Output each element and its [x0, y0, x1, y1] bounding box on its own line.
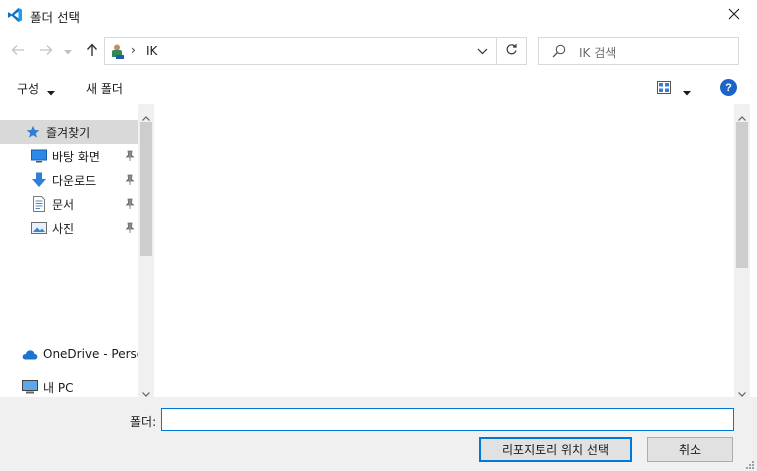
cloud-icon: [22, 346, 38, 362]
sidebar-item-onedrive[interactable]: OneDrive - Persor: [0, 342, 138, 366]
dialog-footer: 폴더: 리포지토리 위치 선택 취소: [0, 397, 757, 471]
arrow-right-icon: [39, 44, 53, 59]
scroll-up-icon[interactable]: [142, 110, 150, 121]
command-bar: 구성 새 폴더 ?: [0, 73, 757, 103]
address-bar[interactable]: › IK: [104, 37, 527, 65]
arrow-up-icon: [86, 42, 98, 60]
chevron-down-icon: [477, 44, 488, 58]
scroll-down-icon[interactable]: [738, 386, 746, 397]
sidebar-item-label: 내 PC: [43, 380, 74, 395]
desktop-icon: [31, 148, 47, 164]
resize-grip-icon[interactable]: [744, 458, 754, 469]
organize-button[interactable]: 구성: [17, 80, 39, 97]
breadcrumb-separator: ›: [131, 43, 136, 57]
picture-icon: [31, 220, 47, 236]
sidebar-item-label: 즐겨찾기: [46, 125, 91, 140]
sidebar-item-label: OneDrive - Persor: [43, 347, 138, 361]
user-folder-icon: [109, 43, 125, 59]
cancel-button[interactable]: 취소: [647, 437, 733, 462]
pin-icon[interactable]: [125, 198, 135, 210]
search-icon: [552, 44, 566, 58]
breadcrumb-path[interactable]: IK: [146, 44, 157, 58]
file-list-scrollbar[interactable]: [734, 104, 750, 397]
refresh-icon: [505, 43, 518, 59]
arrow-left-icon: [11, 44, 25, 59]
navigation-bar: › IK IK 검색: [0, 33, 757, 69]
window-title: 폴더 선택: [30, 10, 80, 25]
address-dropdown-button[interactable]: [468, 38, 496, 64]
folder-field-label: 폴더:: [130, 415, 157, 429]
download-icon: [31, 172, 47, 188]
sidebar-item-quick-access[interactable]: 즐겨찾기: [0, 120, 138, 144]
scrollbar-thumb[interactable]: [736, 122, 748, 268]
file-list-pane[interactable]: [157, 104, 734, 397]
scroll-down-icon[interactable]: [142, 386, 150, 397]
up-button[interactable]: [83, 42, 101, 60]
help-button[interactable]: ?: [720, 79, 737, 96]
navigation-pane: 즐겨찾기 바탕 화면 다운로드 문서 사진 OneDrive - Pers 내 …: [0, 104, 154, 397]
search-input[interactable]: IK 검색: [538, 37, 739, 65]
forward-button[interactable]: [37, 42, 55, 60]
close-button[interactable]: [711, 0, 757, 31]
pin-icon[interactable]: [125, 222, 135, 234]
scroll-up-icon[interactable]: [738, 110, 746, 121]
sidebar-item-desktop[interactable]: 바탕 화면: [0, 144, 138, 168]
vscode-icon: [7, 7, 23, 23]
select-repository-location-button[interactable]: 리포지토리 위치 선택: [479, 437, 632, 462]
close-icon: [728, 8, 740, 23]
sidebar-item-label: 문서: [52, 197, 75, 212]
pin-icon[interactable]: [125, 150, 135, 162]
refresh-button[interactable]: [496, 38, 526, 64]
view-options-icon[interactable]: [657, 81, 671, 94]
sidebar-item-downloads[interactable]: 다운로드: [0, 168, 138, 192]
new-folder-button[interactable]: 새 폴더: [86, 80, 123, 97]
scrollbar-thumb[interactable]: [140, 122, 152, 256]
document-icon: [31, 196, 47, 212]
title-bar: 폴더 선택: [0, 0, 757, 31]
chevron-down-icon[interactable]: [47, 85, 55, 96]
sidebar-item-documents[interactable]: 문서: [0, 192, 138, 216]
chevron-down-icon: [64, 44, 72, 58]
sidebar-item-label: 바탕 화면: [52, 149, 100, 164]
search-placeholder: IK 검색: [579, 46, 617, 60]
computer-icon: [22, 379, 38, 395]
folder-name-input[interactable]: [161, 408, 734, 431]
sidebar-item-pictures[interactable]: 사진: [0, 216, 138, 240]
star-icon: [25, 124, 41, 140]
navigation-pane-scrollbar[interactable]: [138, 104, 154, 397]
back-button[interactable]: [9, 42, 27, 60]
sidebar-item-label: 사진: [52, 221, 75, 236]
sidebar-item-this-pc[interactable]: 내 PC: [0, 375, 138, 397]
sidebar-item-label: 다운로드: [52, 173, 97, 188]
pin-icon[interactable]: [125, 174, 135, 186]
view-options-dropdown[interactable]: [683, 85, 691, 96]
recent-locations-button[interactable]: [62, 42, 74, 60]
